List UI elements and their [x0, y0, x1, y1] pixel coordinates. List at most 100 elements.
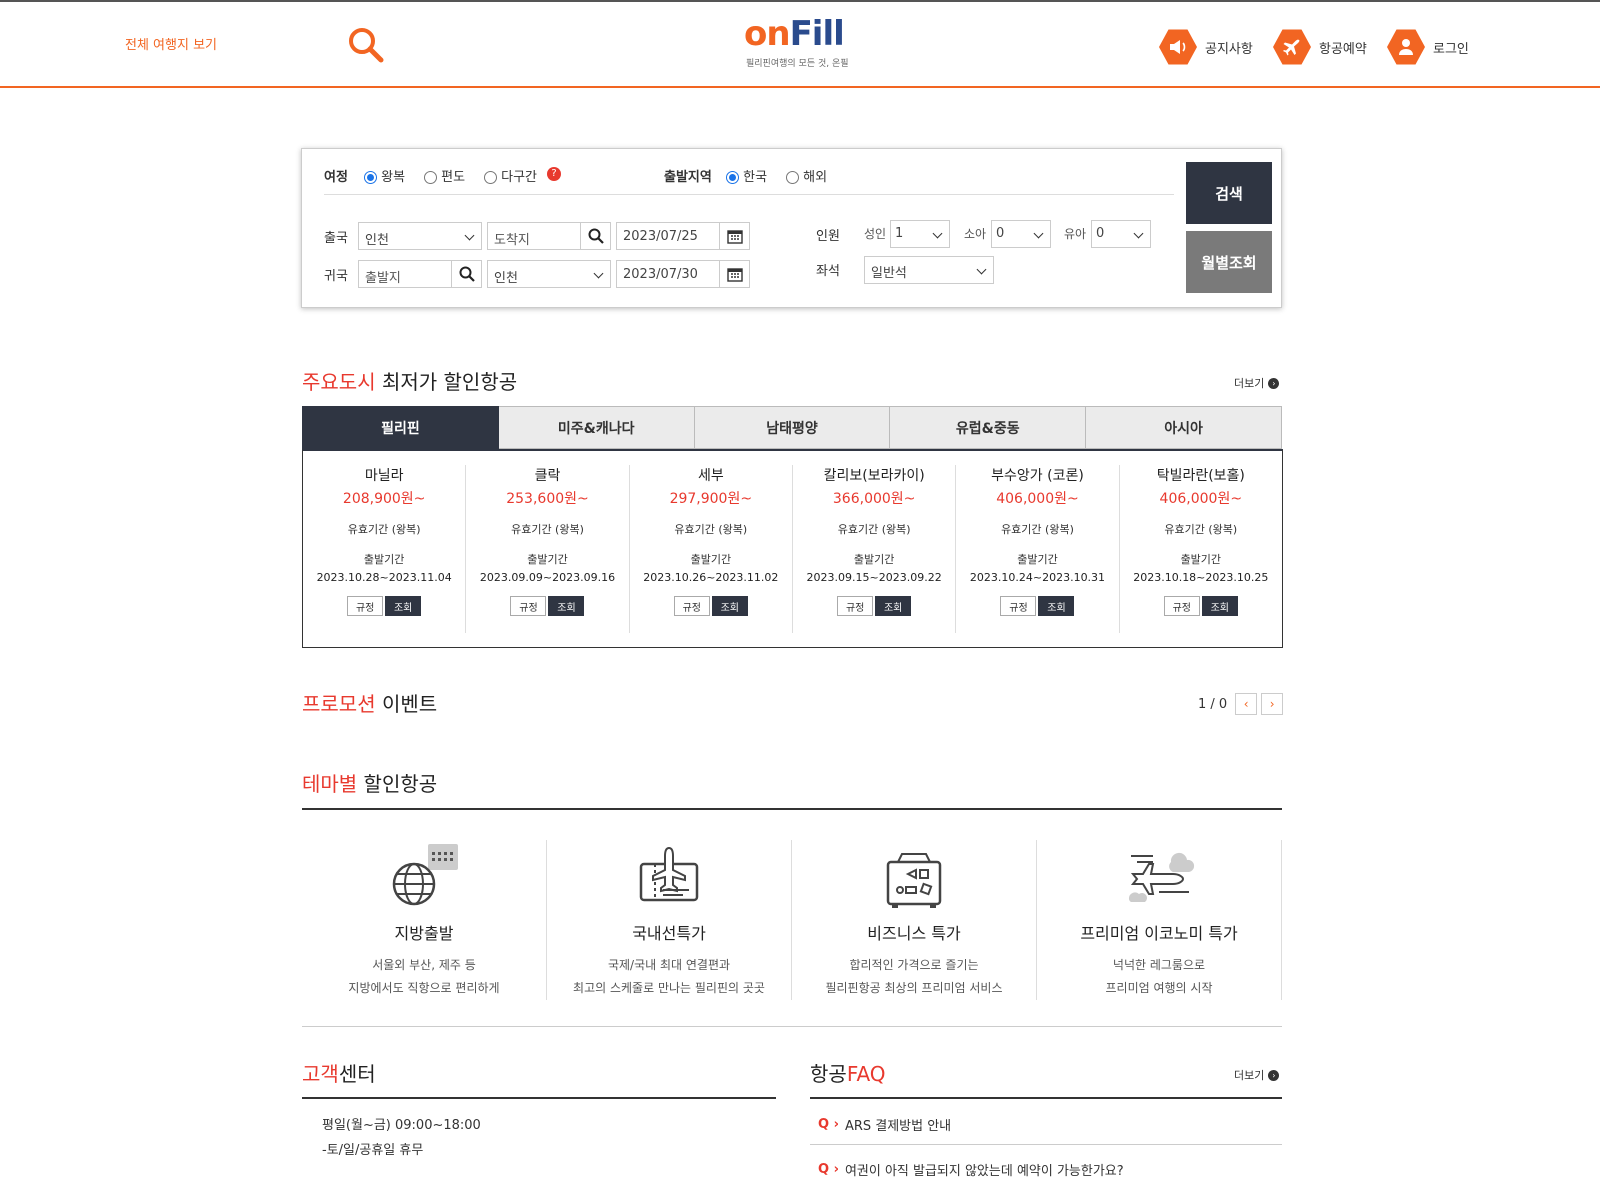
trip-oneway-radio[interactable]: 편도	[424, 166, 465, 185]
view-button[interactable]: 조회	[548, 596, 585, 616]
chevron-right-icon[interactable]: ›	[1261, 693, 1284, 715]
search-icon[interactable]	[345, 24, 387, 66]
deal-city: 마닐라	[364, 468, 404, 484]
child-count-select[interactable]: 0	[991, 220, 1051, 248]
deal-city: 탁빌라란(보홀)	[1156, 468, 1245, 484]
child-label: 소아	[964, 227, 987, 241]
tab-europe-middle-east[interactable]: 유럽&중동	[890, 406, 1087, 449]
ticket-plane-icon	[629, 840, 709, 912]
deal-price: 297,900원~	[669, 491, 753, 507]
nav-flight-booking[interactable]: 항공예약	[1273, 28, 1367, 66]
deal-valid-label: 유효기간 (왕복)	[511, 523, 584, 536]
theme-title: 국내선특가	[632, 924, 706, 943]
theme-item-domestic[interactable]: 국내선특가 국제/국내 최대 연결편과 최고의 스케줄로 만나는 필리핀의 곳곳	[547, 840, 792, 1000]
return-origin-input[interactable]: 출발지	[358, 260, 482, 288]
theme-desc: 프리미엄 여행의 시작	[1105, 981, 1213, 995]
globe-calendar-icon	[384, 840, 464, 912]
deal-valid-label: 유효기간 (왕복)	[674, 523, 748, 536]
view-button[interactable]: 조회	[1201, 596, 1238, 616]
promo-pager: 1 / 0 ‹ ›	[1198, 693, 1284, 715]
deal-card: 탁빌라란(보홀) 406,000원~ 유효기간 (왕복) 출발기간 2023.1…	[1120, 465, 1282, 633]
theme-desc: 필리핀항공 최상의 프리미엄 서비스	[825, 981, 1003, 995]
adult-count-select[interactable]: 1	[890, 220, 950, 248]
deals-section-title: 주요도시 최저가 할인항공	[302, 370, 518, 394]
return-date-input[interactable]: 2023/07/30	[616, 260, 750, 288]
deal-city: 칼리보(보라카이)	[823, 468, 925, 484]
faq-section-title: 항공FAQ	[810, 1062, 886, 1086]
pax-label: 인원	[816, 229, 840, 244]
faq-more-link[interactable]: 더보기 ›	[1234, 1067, 1280, 1083]
theme-desc: 국제/국내 최대 연결편과	[607, 958, 731, 972]
logo-wordmark: onFill	[744, 14, 845, 54]
rule-button[interactable]: 규정	[510, 596, 547, 616]
customer-divider	[302, 1097, 776, 1099]
theme-title: 프리미엄 이코노미 특가	[1080, 924, 1238, 943]
chevron-left-icon[interactable]: ‹	[1235, 693, 1258, 715]
chevron-right-icon: ›	[1268, 1069, 1280, 1081]
theme-item-regional[interactable]: 지방출발 서울외 부산, 제주 등 지방에서도 직항으로 편리하게	[302, 840, 547, 1000]
view-button[interactable]: 조회	[385, 596, 422, 616]
view-button[interactable]: 조회	[875, 596, 912, 616]
trip-roundtrip-radio[interactable]: 왕복	[364, 166, 405, 185]
deal-departure-label: 출발기간	[690, 553, 732, 566]
theme-item-business[interactable]: 비즈니스 특가 합리적인 가격으로 즐기는 필리핀항공 최상의 프리미엄 서비스	[792, 840, 1037, 1000]
faq-item[interactable]: Q › 여권이 아직 발급되지 않았는데 예약이 가능한가요?	[818, 1160, 1124, 1179]
outbound-origin-select[interactable]: 인천	[358, 222, 482, 250]
nav-login[interactable]: 로그인	[1387, 28, 1469, 66]
trip-multicity-radio[interactable]: 다구간	[484, 166, 537, 185]
deals-more-link[interactable]: 더보기 ›	[1234, 375, 1280, 391]
rule-button[interactable]: 규정	[1163, 596, 1200, 616]
trip-label: 여정	[324, 170, 348, 185]
tab-asia[interactable]: 아시아	[1086, 406, 1282, 449]
deal-valid-label: 유효기간 (왕복)	[1001, 523, 1074, 536]
calendar-icon[interactable]	[719, 223, 749, 249]
theme-section-title: 테마별 할인항공	[302, 772, 438, 796]
tab-philippines[interactable]: 필리핀	[302, 406, 499, 449]
deal-price: 406,000원~	[1159, 491, 1243, 507]
origin-search-icon[interactable]	[451, 261, 481, 287]
region-korea-radio[interactable]: 한국	[726, 166, 767, 185]
seat-class-select[interactable]: 일반석	[864, 256, 994, 284]
promo-section-title: 프로모션 이벤트	[302, 692, 438, 716]
site-logo[interactable]: onFill 필리핀여행의 모든 것, 온필	[744, 14, 884, 80]
monthly-search-button[interactable]: 월별조회	[1186, 231, 1272, 293]
tab-south-pacific[interactable]: 남태평양	[694, 406, 891, 449]
deal-departure-label: 출발기간	[527, 553, 568, 566]
rule-button[interactable]: 규정	[673, 596, 710, 616]
return-destination-select[interactable]: 인천	[487, 260, 611, 288]
deal-valid-label: 유효기간 (왕복)	[837, 523, 911, 536]
destination-search-icon[interactable]	[580, 223, 610, 249]
rule-button[interactable]: 규정	[837, 596, 874, 616]
view-button[interactable]: 조회	[711, 596, 748, 616]
tab-americas-canada[interactable]: 미주&캐나다	[498, 406, 695, 449]
outbound-date-input[interactable]: 2023/07/25	[616, 222, 750, 250]
theme-divider	[302, 808, 1282, 810]
rule-button[interactable]: 규정	[1000, 596, 1037, 616]
nav-notice-label: 공지사항	[1205, 41, 1253, 57]
deal-departure-label: 출발기간	[1180, 553, 1222, 566]
rule-button[interactable]: 규정	[347, 596, 384, 616]
user-icon	[1387, 29, 1425, 65]
flight-search-box: 여정 왕복 편도 다구간 ? 출발지역 한국 해외 출국 인천 도착지 2023…	[301, 148, 1282, 308]
view-button[interactable]: 조회	[1038, 596, 1075, 616]
nav-notice[interactable]: 공지사항	[1159, 28, 1253, 66]
theme-bottom-divider	[302, 1026, 1282, 1027]
nav-flight-booking-label: 항공예약	[1319, 41, 1367, 57]
deal-city: 세부	[697, 468, 724, 484]
calendar-icon[interactable]	[719, 261, 749, 287]
deal-departure-range: 2023.09.09~2023.09.16	[479, 571, 616, 584]
help-icon[interactable]: ?	[547, 167, 561, 181]
faq-item[interactable]: Q › ARS 결제방법 안내	[818, 1115, 951, 1134]
search-button[interactable]: 검색	[1186, 162, 1272, 224]
faq-divider	[810, 1097, 1282, 1099]
theme-desc: 지방에서도 직항으로 편리하게	[348, 981, 500, 995]
region-overseas-radio[interactable]: 해외	[786, 166, 827, 185]
all-destinations-link[interactable]: 전체 여행지 보기	[125, 34, 217, 53]
theme-item-premium-economy[interactable]: 프리미엄 이코노미 특가 넉넉한 레그룸으로 프리미엄 여행의 시작	[1037, 840, 1282, 1000]
return-label: 귀국	[324, 269, 348, 284]
infant-count-select[interactable]: 0	[1091, 220, 1151, 248]
deal-card: 칼리보(보라카이) 366,000원~ 유효기간 (왕복) 출발기간 2023.…	[793, 465, 957, 633]
outbound-destination-input[interactable]: 도착지	[487, 222, 611, 250]
deal-card: 마닐라 208,900원~ 유효기간 (왕복) 출발기간 2023.10.28~…	[303, 465, 467, 633]
deal-card: 세부 297,900원~ 유효기간 (왕복) 출발기간 2023.10.26~2…	[630, 465, 793, 633]
